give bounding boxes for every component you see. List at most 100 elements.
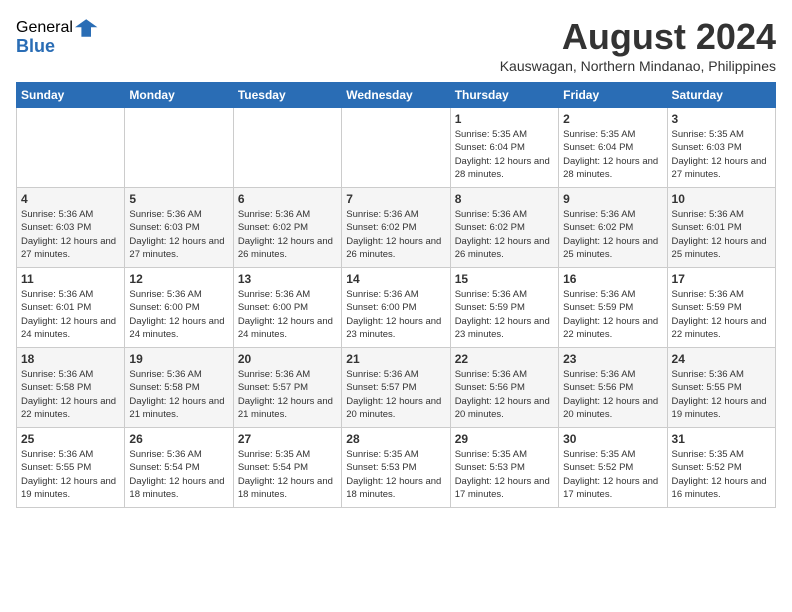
day-info: Sunrise: 5:36 AMSunset: 5:58 PMDaylight:… [129, 368, 228, 421]
calendar-cell: 25 Sunrise: 5:36 AMSunset: 5:55 PMDayligh… [17, 428, 125, 508]
day-info: Sunrise: 5:36 AMSunset: 5:55 PMDaylight:… [672, 368, 771, 421]
day-number: 29 [455, 432, 554, 446]
calendar-cell: 19 Sunrise: 5:36 AMSunset: 5:58 PMDayligh… [125, 348, 233, 428]
calendar-cell: 1Sunrise: 5:35 AMSunset: 6:04 PMDaylight… [450, 108, 558, 188]
weekday-header-sunday: Sunday [17, 83, 125, 108]
location: Kauswagan, Northern Mindanao, Philippine… [500, 58, 776, 74]
title-block: August 2024 Kauswagan, Northern Mindanao… [500, 16, 776, 74]
calendar-cell: 30 Sunrise: 5:35 AMSunset: 5:52 PMDayligh… [559, 428, 667, 508]
day-number: 31 [672, 432, 771, 446]
day-info: Sunrise: 5:36 AMSunset: 6:01 PMDaylight:… [21, 288, 120, 341]
day-number: 15 [455, 272, 554, 286]
calendar-cell: 13Sunrise: 5:36 AMSunset: 6:00 PMDayligh… [233, 268, 341, 348]
calendar-cell: 29 Sunrise: 5:35 AMSunset: 5:53 PMDayligh… [450, 428, 558, 508]
calendar-cell: 16Sunrise: 5:36 AMSunset: 5:59 PMDayligh… [559, 268, 667, 348]
calendar-cell: 14 Sunrise: 5:36 AMSunset: 6:00 PMDayligh… [342, 268, 450, 348]
day-number: 21 [346, 352, 445, 366]
day-number: 12 [129, 272, 228, 286]
calendar-cell: 21 Sunrise: 5:36 AMSunset: 5:57 PMDayligh… [342, 348, 450, 428]
weekday-header-row: SundayMondayTuesdayWednesdayThursdayFrid… [17, 83, 776, 108]
day-info: Sunrise: 5:36 AMSunset: 5:57 PMDaylight:… [346, 368, 445, 421]
calendar-cell: 27 Sunrise: 5:35 AMSunset: 5:54 PMDayligh… [233, 428, 341, 508]
weekday-header-saturday: Saturday [667, 83, 775, 108]
day-info: Sunrise: 5:36 AMSunset: 5:56 PMDaylight:… [563, 368, 662, 421]
day-info: Sunrise: 5:36 AMSunset: 5:57 PMDaylight:… [238, 368, 337, 421]
day-info: Sunrise: 5:36 AMSunset: 6:02 PMDaylight:… [563, 208, 662, 261]
day-number: 6 [238, 192, 337, 206]
calendar-cell: 2 Sunrise: 5:35 AMSunset: 6:04 PMDaylight… [559, 108, 667, 188]
day-number: 5 [129, 192, 228, 206]
day-info: Sunrise: 5:35 AMSunset: 6:04 PMDaylight:… [455, 128, 554, 181]
calendar-cell: 9 Sunrise: 5:36 AMSunset: 6:02 PMDaylight… [559, 188, 667, 268]
calendar-cell: 12 Sunrise: 5:36 AMSunset: 6:00 PMDayligh… [125, 268, 233, 348]
calendar-week-3: 11 Sunrise: 5:36 AMSunset: 6:01 PMDayligh… [17, 268, 776, 348]
day-info: Sunrise: 5:36 AMSunset: 5:59 PMDaylight:… [455, 288, 554, 341]
calendar-cell: 18Sunrise: 5:36 AMSunset: 5:58 PMDayligh… [17, 348, 125, 428]
day-number: 14 [346, 272, 445, 286]
day-number: 10 [672, 192, 771, 206]
day-info: Sunrise: 5:35 AMSunset: 5:53 PMDaylight:… [455, 448, 554, 501]
calendar-cell: 7 Sunrise: 5:36 AMSunset: 6:02 PMDaylight… [342, 188, 450, 268]
calendar-cell [17, 108, 125, 188]
day-info: Sunrise: 5:36 AMSunset: 6:03 PMDaylight:… [21, 208, 120, 261]
day-number: 17 [672, 272, 771, 286]
weekday-header-tuesday: Tuesday [233, 83, 341, 108]
day-info: Sunrise: 5:36 AMSunset: 5:56 PMDaylight:… [455, 368, 554, 421]
calendar-cell: 8Sunrise: 5:36 AMSunset: 6:02 PMDaylight… [450, 188, 558, 268]
calendar-week-1: 1Sunrise: 5:35 AMSunset: 6:04 PMDaylight… [17, 108, 776, 188]
calendar-cell: 11 Sunrise: 5:36 AMSunset: 6:01 PMDayligh… [17, 268, 125, 348]
day-number: 30 [563, 432, 662, 446]
calendar-cell [125, 108, 233, 188]
weekday-header-wednesday: Wednesday [342, 83, 450, 108]
day-number: 22 [455, 352, 554, 366]
day-info: Sunrise: 5:35 AMSunset: 5:52 PMDaylight:… [563, 448, 662, 501]
calendar-cell: 4Sunrise: 5:36 AMSunset: 6:03 PMDaylight… [17, 188, 125, 268]
calendar-cell [342, 108, 450, 188]
calendar-cell: 26Sunrise: 5:36 AMSunset: 5:54 PMDayligh… [125, 428, 233, 508]
weekday-header-monday: Monday [125, 83, 233, 108]
calendar-cell: 28 Sunrise: 5:35 AMSunset: 5:53 PMDayligh… [342, 428, 450, 508]
day-info: Sunrise: 5:35 AMSunset: 6:04 PMDaylight:… [563, 128, 662, 181]
day-info: Sunrise: 5:35 AMSunset: 5:54 PMDaylight:… [238, 448, 337, 501]
calendar-cell: 5 Sunrise: 5:36 AMSunset: 6:03 PMDaylight… [125, 188, 233, 268]
calendar-week-4: 18Sunrise: 5:36 AMSunset: 5:58 PMDayligh… [17, 348, 776, 428]
calendar-cell: 10 Sunrise: 5:36 AMSunset: 6:01 PMDayligh… [667, 188, 775, 268]
day-number: 24 [672, 352, 771, 366]
month-year: August 2024 [500, 16, 776, 58]
calendar-table: SundayMondayTuesdayWednesdayThursdayFrid… [16, 82, 776, 508]
day-number: 27 [238, 432, 337, 446]
day-info: Sunrise: 5:36 AMSunset: 5:55 PMDaylight:… [21, 448, 120, 501]
calendar-cell: 20Sunrise: 5:36 AMSunset: 5:57 PMDayligh… [233, 348, 341, 428]
day-info: Sunrise: 5:35 AMSunset: 5:52 PMDaylight:… [672, 448, 771, 501]
day-info: Sunrise: 5:35 AMSunset: 6:03 PMDaylight:… [672, 128, 771, 181]
calendar-cell: 3 Sunrise: 5:35 AMSunset: 6:03 PMDaylight… [667, 108, 775, 188]
day-info: Sunrise: 5:36 AMSunset: 6:00 PMDaylight:… [346, 288, 445, 341]
calendar-cell: 23 Sunrise: 5:36 AMSunset: 5:56 PMDayligh… [559, 348, 667, 428]
day-number: 13 [238, 272, 337, 286]
day-number: 25 [21, 432, 120, 446]
day-number: 11 [21, 272, 120, 286]
calendar-cell [233, 108, 341, 188]
day-number: 7 [346, 192, 445, 206]
calendar-week-5: 25 Sunrise: 5:36 AMSunset: 5:55 PMDayligh… [17, 428, 776, 508]
day-number: 19 [129, 352, 228, 366]
logo: General Blue [16, 16, 99, 57]
day-info: Sunrise: 5:36 AMSunset: 6:00 PMDaylight:… [129, 288, 228, 341]
day-number: 28 [346, 432, 445, 446]
day-info: Sunrise: 5:35 AMSunset: 5:53 PMDaylight:… [346, 448, 445, 501]
day-info: Sunrise: 5:36 AMSunset: 6:01 PMDaylight:… [672, 208, 771, 261]
day-info: Sunrise: 5:36 AMSunset: 6:03 PMDaylight:… [129, 208, 228, 261]
logo-general-text: General [16, 19, 73, 37]
day-number: 2 [563, 112, 662, 126]
weekday-header-thursday: Thursday [450, 83, 558, 108]
weekday-header-friday: Friday [559, 83, 667, 108]
day-number: 9 [563, 192, 662, 206]
day-info: Sunrise: 5:36 AMSunset: 6:02 PMDaylight:… [455, 208, 554, 261]
day-number: 3 [672, 112, 771, 126]
calendar-cell: 6Sunrise: 5:36 AMSunset: 6:02 PMDaylight… [233, 188, 341, 268]
logo-icon [75, 16, 99, 40]
day-number: 23 [563, 352, 662, 366]
day-info: Sunrise: 5:36 AMSunset: 5:54 PMDaylight:… [129, 448, 228, 501]
day-info: Sunrise: 5:36 AMSunset: 6:02 PMDaylight:… [346, 208, 445, 261]
day-info: Sunrise: 5:36 AMSunset: 5:59 PMDaylight:… [563, 288, 662, 341]
